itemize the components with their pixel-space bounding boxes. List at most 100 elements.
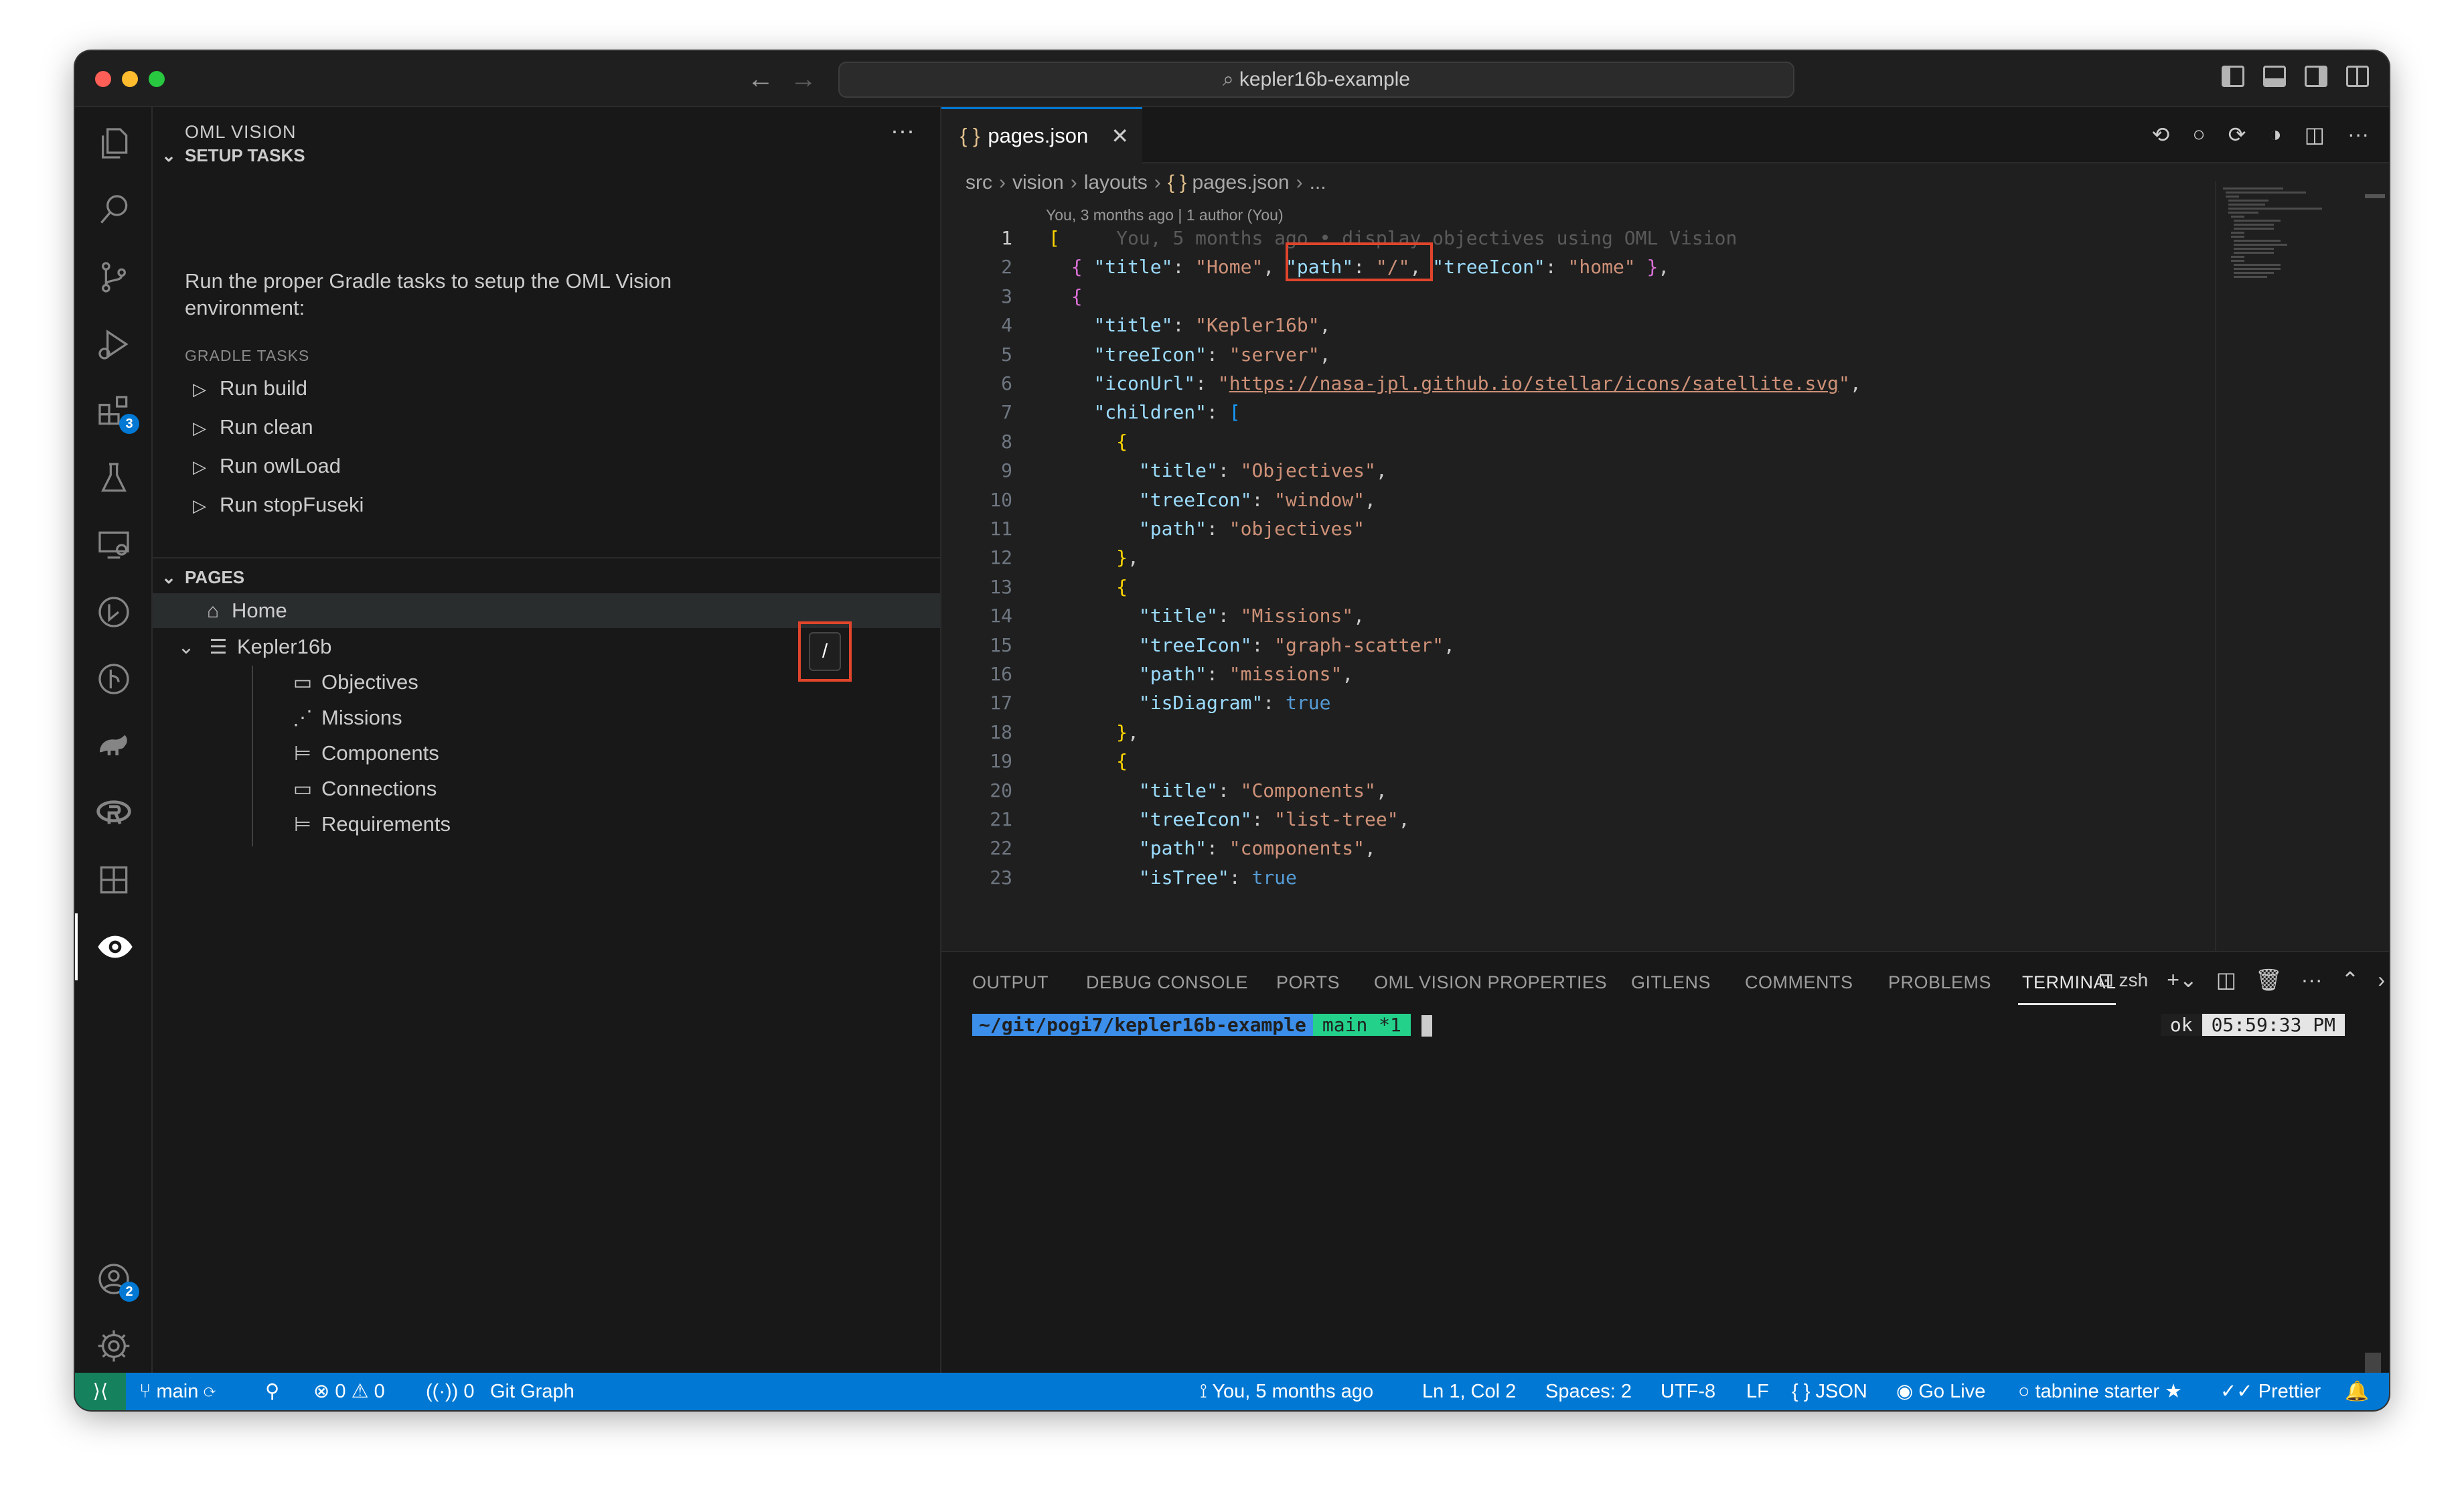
run-build-task[interactable]: ▷ Run build bbox=[193, 376, 307, 400]
line-number: 3 bbox=[1001, 285, 1012, 307]
codelens-blame[interactable]: You, 3 months ago | 1 author (You) bbox=[1046, 206, 1284, 224]
customize-layout-icon[interactable] bbox=[2346, 66, 2369, 87]
r-language-icon[interactable] bbox=[75, 779, 153, 846]
tabnine-status[interactable]: ○ tabnine starter ★ bbox=[2018, 1373, 2182, 1410]
new-terminal-icon[interactable]: +⌄ bbox=[2167, 967, 2198, 992]
compare-changes-icon[interactable]: ⟲ bbox=[2152, 122, 2170, 147]
command-center-search[interactable]: ⌕ kepler16b-example bbox=[838, 62, 1794, 98]
source-control-icon[interactable] bbox=[75, 244, 153, 311]
line-number: 20 bbox=[990, 779, 1012, 802]
extensions-icon[interactable]: 3 bbox=[75, 378, 153, 445]
chevron-right-icon: › bbox=[1296, 171, 1303, 194]
terminal-shell-icon[interactable]: ⊡ zsh bbox=[2098, 969, 2148, 991]
encoding-status[interactable]: UTF-8 bbox=[1661, 1373, 1715, 1410]
git-commit-icon: ⟟ bbox=[1200, 1381, 1207, 1402]
pages-header[interactable]: ⌄ PAGES bbox=[153, 558, 940, 596]
notifications-bell-icon[interactable]: 🔔 bbox=[2345, 1373, 2369, 1410]
eol-status[interactable]: LF bbox=[1746, 1373, 1769, 1410]
go-live-label: Go Live bbox=[1918, 1381, 1986, 1402]
minimap[interactable] bbox=[2215, 181, 2369, 951]
settings-gear-icon[interactable] bbox=[75, 1312, 153, 1379]
tab-pages-json[interactable]: { } pages.json ✕ bbox=[941, 107, 1142, 163]
run-owlload-task[interactable]: ▷ Run owlLoad bbox=[193, 454, 341, 478]
more-actions-icon[interactable]: ··· bbox=[2347, 122, 2369, 147]
blame-status[interactable]: ⟟ You, 5 months ago bbox=[1200, 1373, 1373, 1410]
task-label: Run stopFuseki bbox=[220, 493, 364, 516]
sql-icon[interactable] bbox=[75, 846, 153, 913]
timeline-icon[interactable] bbox=[75, 579, 153, 646]
search-icon[interactable] bbox=[75, 177, 153, 244]
language-mode[interactable]: { } JSON bbox=[1792, 1373, 1867, 1410]
gradle-icon[interactable] bbox=[75, 712, 153, 779]
tab-debug-console[interactable]: DEBUG CONSOLE bbox=[1086, 972, 1248, 993]
tab-gitlens[interactable]: GITLENS bbox=[1631, 972, 1711, 993]
page-item-missions[interactable]: ⋰ Missions bbox=[153, 700, 940, 735]
gitlens-icon[interactable] bbox=[75, 646, 153, 712]
next-change-icon[interactable]: ⟳ bbox=[2228, 122, 2246, 147]
prettier-label: Prettier bbox=[2258, 1381, 2321, 1402]
task-label: Run clean bbox=[220, 415, 313, 439]
breadcrumb-vision[interactable]: vision bbox=[1012, 171, 1064, 194]
breadcrumb-src[interactable]: src bbox=[966, 171, 992, 194]
close-window-button[interactable] bbox=[95, 71, 111, 87]
chevron-down-icon: ⌄ bbox=[161, 145, 176, 165]
git-fork-icon[interactable]: ⚲ bbox=[265, 1373, 279, 1410]
page-item-requirements[interactable]: ⊨ Requirements bbox=[153, 807, 940, 842]
run-debug-icon[interactable] bbox=[75, 311, 153, 378]
toggle-primary-sidebar-icon[interactable] bbox=[2222, 66, 2244, 87]
close-panel-icon[interactable]: › bbox=[2378, 968, 2385, 992]
chevron-down-icon: ⌄ bbox=[161, 567, 176, 587]
breadcrumb-ellipsis[interactable]: ... bbox=[1310, 171, 1326, 194]
page-item-components[interactable]: ⊨ Components bbox=[153, 736, 940, 771]
run-clean-task[interactable]: ▷ Run clean bbox=[193, 415, 313, 439]
cursor-position[interactable]: Ln 1, Col 2 bbox=[1422, 1373, 1516, 1410]
branch-status[interactable]: ⑂ main ⟳ bbox=[139, 1373, 216, 1410]
git-graph-button[interactable]: Git Graph bbox=[490, 1373, 574, 1410]
close-icon[interactable]: ✕ bbox=[1111, 109, 1129, 163]
more-actions-icon[interactable]: ··· bbox=[2301, 968, 2323, 992]
trash-icon[interactable]: 🗑 bbox=[2255, 967, 2283, 992]
breadcrumb-file[interactable]: pages.json bbox=[1192, 171, 1289, 194]
toggle-panel-icon[interactable] bbox=[2263, 66, 2286, 87]
tab-output[interactable]: OUTPUT bbox=[972, 972, 1049, 993]
line-number: 8 bbox=[1001, 430, 1012, 453]
split-editor-icon[interactable]: ◫ bbox=[2305, 122, 2325, 147]
editor-scrollbar[interactable] bbox=[2365, 194, 2385, 198]
explorer-icon[interactable] bbox=[75, 110, 153, 177]
remote-indicator-icon[interactable]: ⟩⟨ bbox=[75, 1373, 126, 1410]
tab-ports[interactable]: PORTS bbox=[1276, 972, 1340, 993]
json-file-icon: { } bbox=[1167, 171, 1187, 194]
breadcrumb-layouts[interactable]: layouts bbox=[1084, 171, 1148, 194]
prettier-status[interactable]: ✓✓ Prettier bbox=[2220, 1373, 2321, 1410]
setup-description: Run the proper Gradle tasks to setup the… bbox=[185, 269, 672, 319]
back-arrow-icon[interactable]: ← bbox=[747, 63, 774, 95]
problems-status[interactable]: ⊗ 0 ⚠ 0 bbox=[313, 1373, 385, 1410]
split-terminal-icon[interactable]: ◫ bbox=[2216, 967, 2236, 992]
ports-count: 0 bbox=[463, 1381, 475, 1402]
line-number: 23 bbox=[990, 866, 1012, 889]
minimize-window-button[interactable] bbox=[122, 71, 138, 87]
tab-oml-vision-properties[interactable]: OML VISION PROPERTIES bbox=[1374, 972, 1607, 993]
terminal-prompt[interactable]: ~/git/pogi7/kepler16b-example main *1 bbox=[972, 1014, 1432, 1037]
testing-icon[interactable] bbox=[75, 445, 153, 512]
tab-comments[interactable]: COMMENTS bbox=[1745, 972, 1853, 993]
go-live-button[interactable]: ◉ Go Live bbox=[1896, 1373, 1985, 1410]
tab-problems[interactable]: PROBLEMS bbox=[1888, 972, 1991, 993]
run-stopfuseki-task[interactable]: ▷ Run stopFuseki bbox=[193, 493, 364, 517]
error-count: 0 bbox=[335, 1381, 346, 1402]
code-editor[interactable]: 1[ You, 5 months ago • display objective… bbox=[941, 224, 2274, 951]
remote-explorer-icon[interactable] bbox=[75, 512, 153, 579]
previous-change-icon[interactable]: ○ bbox=[2192, 122, 2205, 147]
ports-status[interactable]: ((·)) 0 bbox=[426, 1373, 475, 1410]
setup-tasks-header[interactable]: ⌄ SETUP TASKS bbox=[153, 137, 940, 174]
accounts-icon[interactable]: 2 bbox=[75, 1246, 153, 1312]
forward-arrow-icon[interactable]: → bbox=[790, 63, 817, 95]
page-item-connections[interactable]: ▭ Connections bbox=[153, 771, 940, 806]
maximize-panel-icon[interactable]: ⌃ bbox=[2341, 967, 2360, 992]
oml-vision-eye-icon[interactable] bbox=[75, 913, 153, 980]
indentation-status[interactable]: Spaces: 2 bbox=[1545, 1373, 1632, 1410]
setup-tasks-title: SETUP TASKS bbox=[185, 145, 305, 165]
gitlens-blame-icon[interactable]: ◑ bbox=[2268, 122, 2281, 147]
zoom-window-button[interactable] bbox=[149, 71, 165, 87]
toggle-secondary-sidebar-icon[interactable] bbox=[2305, 66, 2327, 87]
